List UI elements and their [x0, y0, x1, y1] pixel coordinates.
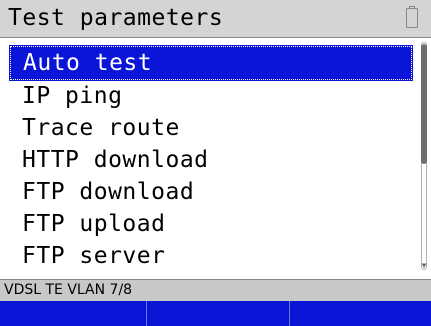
scroll-down-arrow-icon[interactable]: ▼ [419, 262, 429, 270]
list-item-label: FTP download [22, 179, 195, 205]
softkey-1[interactable] [0, 301, 147, 326]
list-item-label: Trace route [22, 115, 180, 141]
scrollbar[interactable]: ▼ [418, 42, 430, 270]
list-item-label: Auto test [23, 50, 153, 76]
list-item-label: FTP upload [22, 211, 166, 237]
list-item-auto-test[interactable]: Auto test [9, 45, 413, 81]
title-bar: Test parameters [0, 0, 431, 38]
softkey-bar [0, 301, 431, 326]
list-item-label: IP ping [22, 83, 123, 109]
battery-icon [406, 6, 418, 28]
test-parameters-list: Auto test IP ping Trace route HTTP downl… [9, 45, 413, 272]
list-item-label: FTP server [22, 243, 166, 269]
list-item-http-download[interactable]: HTTP download [10, 144, 412, 176]
status-bar: VDSL TE VLAN 7/8 [0, 279, 431, 301]
connection-status: VDSL TE VLAN 7/8 [4, 282, 133, 298]
list-item-ftp-upload[interactable]: FTP upload [10, 208, 412, 240]
list-item-ip-ping[interactable]: IP ping [10, 80, 412, 112]
list-item-ftp-server[interactable]: FTP server [10, 240, 412, 272]
softkey-2[interactable] [147, 301, 290, 326]
device-screen: Test parameters Auto test IP ping Trace … [0, 0, 431, 326]
list-item-trace-route[interactable]: Trace route [10, 112, 412, 144]
scroll-thumb[interactable] [421, 44, 427, 164]
softkey-3[interactable] [290, 301, 431, 326]
list-item-label: HTTP download [22, 147, 209, 173]
page-title: Test parameters [8, 5, 224, 31]
list-item-ftp-download[interactable]: FTP download [10, 176, 412, 208]
menu-list-area: Auto test IP ping Trace route HTTP downl… [6, 40, 430, 271]
